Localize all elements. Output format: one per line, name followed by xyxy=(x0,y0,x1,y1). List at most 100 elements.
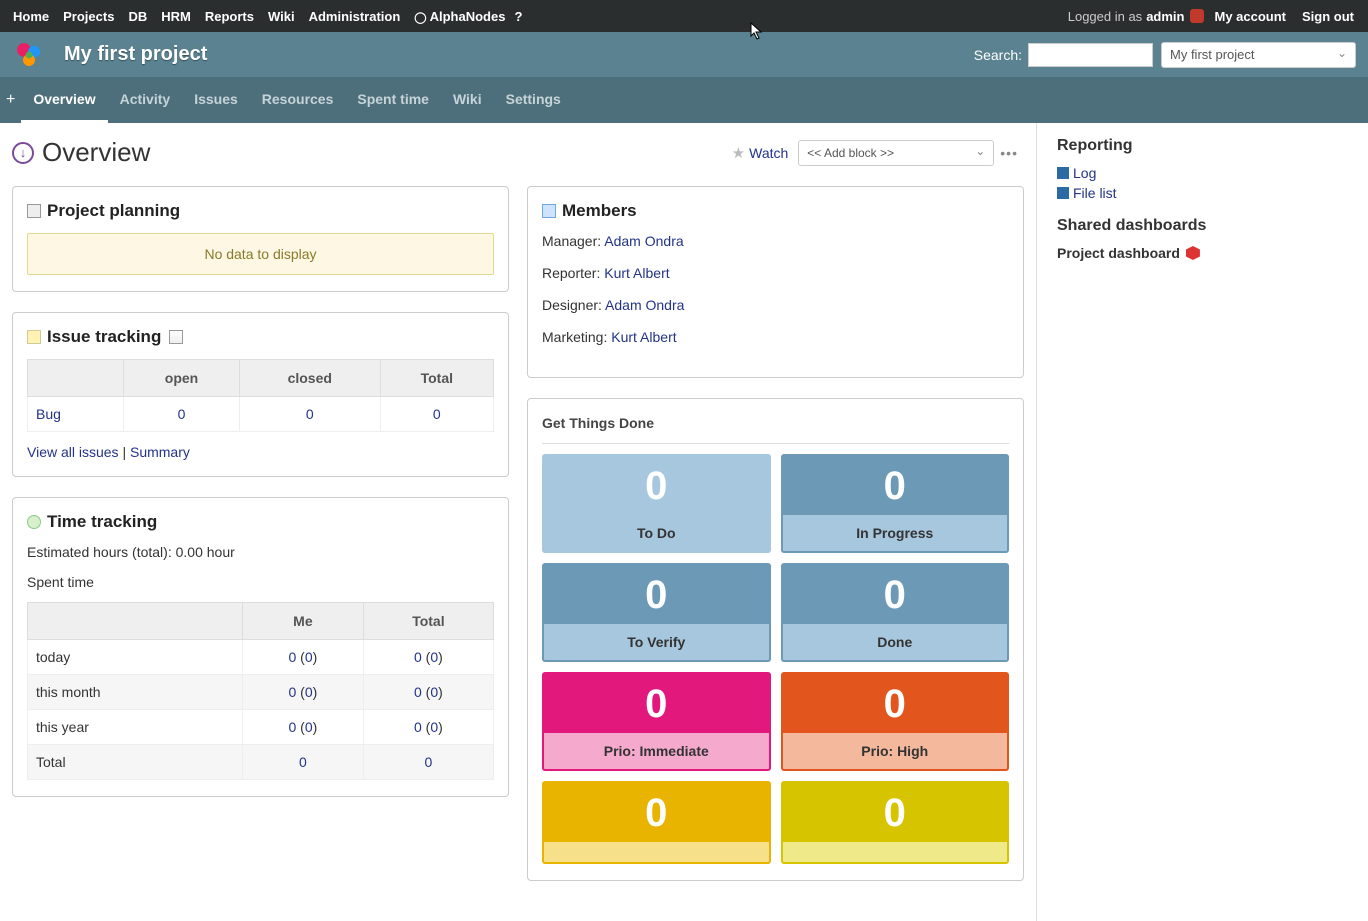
table-row: Total00 xyxy=(28,745,494,780)
dashboard-cube-icon xyxy=(1186,246,1200,260)
gtd-count: 0 xyxy=(544,783,769,842)
member-row: Reporter: Kurt Albert xyxy=(542,265,1009,281)
gtd-count: 0 xyxy=(783,565,1008,624)
gtd-count: 0 xyxy=(544,674,769,733)
table-row: this month0 (0)0 (0) xyxy=(28,675,494,710)
sidebar: Reporting Log File list Shared dashboard… xyxy=(1036,123,1368,921)
gtd-tile[interactable]: 0 xyxy=(781,781,1010,864)
header: My first project Search: My first projec… xyxy=(0,32,1368,77)
tab-settings[interactable]: Settings xyxy=(494,79,573,123)
gtd-label: In Progress xyxy=(783,515,1008,551)
issue-tracking-box: Issue tracking openclosedTotal Bug 0 0 0… xyxy=(12,312,509,477)
gtd-count: 0 xyxy=(783,456,1008,515)
table-row: today0 (0)0 (0) xyxy=(28,640,494,675)
gtd-label xyxy=(783,842,1008,862)
gtd-tile[interactable]: 0To Do xyxy=(542,454,771,553)
sidebar-shared-title: Shared dashboards xyxy=(1057,217,1356,235)
gtd-tile[interactable]: 0Prio: High xyxy=(781,672,1010,771)
member-link[interactable]: Adam Ondra xyxy=(604,233,683,249)
tab-issues[interactable]: Issues xyxy=(182,79,250,123)
project-planning-box: Project planning No data to display xyxy=(12,186,509,292)
estimated-hours: Estimated hours (total): 0.00 hour xyxy=(27,544,494,560)
gtd-tile[interactable]: 0Done xyxy=(781,563,1010,662)
search-label: Search: xyxy=(974,47,1022,63)
issue-tracking-title: Issue tracking xyxy=(47,327,161,347)
topmenu-projects[interactable]: Projects xyxy=(58,9,119,24)
gtd-label: To Do xyxy=(544,515,769,551)
members-title: Members xyxy=(562,201,637,221)
view-all-issues-link[interactable]: View all issues xyxy=(27,444,119,460)
add-block-select[interactable]: << Add block >> xyxy=(798,140,994,166)
tab-activity[interactable]: Activity xyxy=(108,79,183,123)
gtd-label xyxy=(544,842,769,862)
topmenu-home[interactable]: Home xyxy=(8,9,54,24)
new-object-icon[interactable]: + xyxy=(6,91,21,123)
member-row: Manager: Adam Ondra xyxy=(542,233,1009,249)
help-icon[interactable]: ? xyxy=(510,9,526,24)
top-menu: Home Projects DB HRM Reports Wiki Administrati… xyxy=(0,0,1368,32)
issue-icon xyxy=(27,330,41,344)
more-actions-icon[interactable]: ••• xyxy=(994,145,1024,161)
topmenu-hrm[interactable]: HRM xyxy=(156,9,196,24)
page-title: Overview xyxy=(42,137,150,168)
gtd-label: Prio: High xyxy=(783,733,1008,769)
gtd-tile[interactable]: 0 xyxy=(542,781,771,864)
topmenu-wiki[interactable]: Wiki xyxy=(263,9,300,24)
app-logo-icon[interactable] xyxy=(12,38,46,72)
gtd-count: 0 xyxy=(544,456,769,515)
planning-title: Project planning xyxy=(47,201,180,221)
sign-out-link[interactable]: Sign out xyxy=(1296,9,1360,24)
time-tracking-box: Time tracking Estimated hours (total): 0… xyxy=(12,497,509,797)
topmenu-alphanodes[interactable]: AlphaNodes xyxy=(409,9,510,24)
watch-link[interactable]: Watch xyxy=(749,145,788,161)
logged-in-user[interactable]: admin xyxy=(1146,9,1184,24)
member-link[interactable]: Kurt Albert xyxy=(611,329,676,345)
issue-table: openclosedTotal Bug 0 0 0 xyxy=(27,359,494,432)
gtd-tile[interactable]: 0Prio: Immediate xyxy=(542,672,771,771)
member-link[interactable]: Kurt Albert xyxy=(604,265,669,281)
my-account-link[interactable]: My account xyxy=(1208,9,1292,24)
tab-overview[interactable]: Overview xyxy=(21,79,107,123)
planning-nodata: No data to display xyxy=(27,233,494,275)
members-box: Members Manager: Adam Ondra Reporter: Kur… xyxy=(527,186,1024,378)
gtd-tile[interactable]: 0In Progress xyxy=(781,454,1010,553)
gtd-count: 0 xyxy=(783,674,1008,733)
member-link[interactable]: Adam Ondra xyxy=(605,297,684,313)
tab-resources[interactable]: Resources xyxy=(250,79,346,123)
issue-details-icon[interactable] xyxy=(169,330,183,344)
tracker-link[interactable]: Bug xyxy=(36,406,61,422)
admin-gear-icon[interactable] xyxy=(1190,9,1204,23)
member-row: Designer: Adam Ondra xyxy=(542,297,1009,313)
project-title: My first project xyxy=(64,43,207,66)
sidebar-project-dashboard-link[interactable]: Project dashboard xyxy=(1057,245,1356,261)
main-menu: + OverviewActivityIssuesResourcesSpent t… xyxy=(0,77,1368,123)
project-jump-select[interactable]: My first project xyxy=(1161,42,1356,68)
topmenu-administration[interactable]: Administration xyxy=(304,9,406,24)
table-row: Bug 0 0 0 xyxy=(28,397,494,432)
topmenu-db[interactable]: DB xyxy=(123,9,152,24)
gtd-label: Prio: Immediate xyxy=(544,733,769,769)
gtd-box: Get Things Done 0To Do0In Progress0To Ve… xyxy=(527,398,1024,881)
sidebar-log-link[interactable]: Log xyxy=(1057,165,1356,181)
gtd-label: Done xyxy=(783,624,1008,660)
topmenu-reports[interactable]: Reports xyxy=(200,9,259,24)
spent-time-label: Spent time xyxy=(27,574,494,590)
sidebar-reporting-title: Reporting xyxy=(1057,137,1356,155)
gtd-count: 0 xyxy=(783,783,1008,842)
gtd-title: Get Things Done xyxy=(542,415,1009,439)
gtd-count: 0 xyxy=(544,565,769,624)
member-row: Marketing: Kurt Albert xyxy=(542,329,1009,345)
search-input[interactable] xyxy=(1028,43,1153,67)
sidebar-filelist-link[interactable]: File list xyxy=(1057,185,1356,201)
star-icon[interactable]: ★ xyxy=(732,144,745,162)
tab-wiki[interactable]: Wiki xyxy=(441,79,494,123)
spent-time-table: MeTotal today0 (0)0 (0)this month0 (0)0 … xyxy=(27,602,494,780)
table-row: this year0 (0)0 (0) xyxy=(28,710,494,745)
overview-arrow-icon: ↓ xyxy=(12,142,34,164)
time-tracking-title: Time tracking xyxy=(47,512,157,532)
gtd-tile[interactable]: 0To Verify xyxy=(542,563,771,662)
issue-summary-link[interactable]: Summary xyxy=(130,444,190,460)
time-icon xyxy=(27,515,41,529)
file-icon xyxy=(1057,187,1069,199)
tab-spent-time[interactable]: Spent time xyxy=(345,79,441,123)
